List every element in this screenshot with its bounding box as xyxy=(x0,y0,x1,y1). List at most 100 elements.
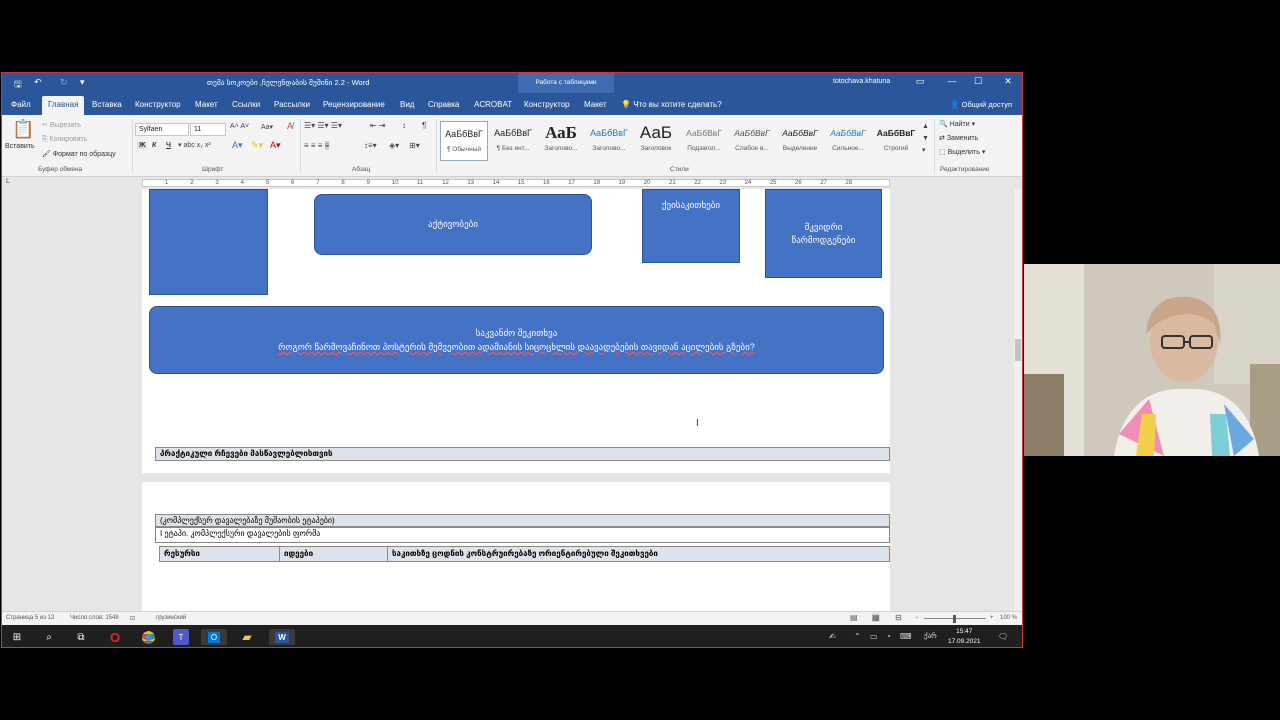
share-button[interactable]: 👤 Общий доступ xyxy=(950,100,1012,109)
page[interactable]: აქტივობები ქეისაკითხები მკვიდრი წარმოდგე… xyxy=(142,189,890,473)
strikethrough-icon[interactable]: ▾ abc x₂ x² xyxy=(178,141,211,149)
network-icon[interactable]: ◔ xyxy=(886,632,891,641)
align-icons[interactable]: ≡ ≡ ≡ ≡ xyxy=(304,141,330,150)
cut-button[interactable]: ✂ Вырезать xyxy=(42,121,81,129)
chevron-up-icon[interactable]: ⌃ xyxy=(854,632,861,641)
tab-selector-icon[interactable]: L xyxy=(6,178,10,185)
tab-design[interactable]: Конструктор xyxy=(135,100,181,109)
style-heading-2[interactable]: АаБбВвГ Заголово... xyxy=(585,121,633,161)
pilcrow-icon[interactable]: ¶ xyxy=(422,121,426,130)
paste-button[interactable]: Вставить xyxy=(5,143,35,150)
diagram-box-results[interactable]: მკვიდრი წარმოდგენები xyxy=(765,189,882,278)
tab-references[interactable]: Ссылки xyxy=(232,100,260,109)
language-indicator[interactable]: грузинский xyxy=(156,615,186,621)
user-name[interactable]: totochava.khatuna xyxy=(833,78,890,85)
print-layout-icon[interactable]: ▦ xyxy=(872,613,880,622)
text-effects-icon[interactable]: A▾ xyxy=(232,140,243,151)
style-strong[interactable]: АаБбВвГ Строгий xyxy=(872,121,920,161)
bold-button[interactable]: Ж xyxy=(137,142,148,149)
save-icon[interactable]: 🖫 xyxy=(14,77,22,93)
task-view-icon[interactable]: ⧉ xyxy=(73,629,89,645)
tab-review[interactable]: Рецензирование xyxy=(323,100,385,109)
document-area[interactable]: აქტივობები ქეისაკითხები მკვიდრი წარმოდგე… xyxy=(2,189,1016,611)
undo-icon[interactable]: ↶ xyxy=(34,77,42,88)
format-painter-button[interactable]: 🖌 Формат по образцу xyxy=(42,150,116,158)
read-mode-icon[interactable]: ▤ xyxy=(850,613,858,622)
style-emphasis[interactable]: АаБбВвГ Выделение xyxy=(776,121,824,161)
practical-tips-heading[interactable]: პრაქტიკული რჩევები მასწავლებლისთვის xyxy=(155,447,890,461)
style-no-spacing[interactable]: АаБбВвГ ¶ Без инт... xyxy=(489,121,537,161)
column-ideas[interactable]: იდეები xyxy=(280,547,388,561)
borders-icon[interactable]: ⊞▾ xyxy=(409,141,420,150)
diagram-key-question[interactable]: საკვანძო შეკითხვა როგორ წარმოვაჩინოთ პოს… xyxy=(149,306,884,374)
clock[interactable]: 15:47 17.09.2021 xyxy=(948,627,981,647)
tab-table-design[interactable]: Конструктор xyxy=(524,100,570,109)
column-questions[interactable]: საკითხზე ცოდნის კონსტრუირებაზე ორიენტირე… xyxy=(388,547,888,561)
windows-start-icon[interactable]: ⊞ xyxy=(9,629,25,645)
outlook-icon[interactable]: O xyxy=(201,629,227,645)
highlight-icon[interactable]: ✎▾ xyxy=(251,140,263,151)
proofing-icon[interactable]: ⊡ xyxy=(130,615,135,622)
find-button[interactable]: 🔍 Найти ▾ xyxy=(939,120,975,128)
styles-scroll-icon[interactable]: ▲ ▼ ▾ xyxy=(922,121,929,157)
ribbon-display-icon[interactable]: ▭ xyxy=(908,76,932,87)
web-layout-icon[interactable]: ⊟ xyxy=(895,613,902,622)
font-color-icon[interactable]: A▾ xyxy=(270,140,281,151)
tab-insert[interactable]: Вставка xyxy=(92,100,122,109)
grow-font-icon[interactable]: A˄ A˅ xyxy=(230,123,249,130)
font-name-select[interactable]: Sylfaen xyxy=(135,123,189,136)
copy-button[interactable]: ⎘ Копировать xyxy=(42,136,87,144)
bullets-icon[interactable]: ☰▾ ☰▾ ☰▾ xyxy=(304,121,342,130)
diagram-box-activities[interactable]: აქტივობები xyxy=(314,194,592,255)
underline-button[interactable]: Ч xyxy=(166,142,171,149)
file-explorer-icon[interactable]: ▰ xyxy=(239,629,255,645)
style-intense-emphasis[interactable]: АаБбВвГ Сильное... xyxy=(824,121,872,161)
teams-icon[interactable]: T xyxy=(173,629,189,645)
line-spacing-icon[interactable]: ↕≡▾ xyxy=(364,141,377,150)
style-title[interactable]: АаБ Заголовок xyxy=(632,121,680,161)
tab-layout[interactable]: Макет xyxy=(195,100,218,109)
redo-icon[interactable]: ↻ xyxy=(60,77,68,88)
minimize-button[interactable]: — xyxy=(940,76,964,86)
style-subtle-emphasis[interactable]: АаБбВвГ Слабое в... xyxy=(728,121,776,161)
horizontal-ruler[interactable]: L 1 2 3 4 5 6 7 8 9 10 11 12 13 14 15 16 17 18 19 20 21 22 23 2… xyxy=(2,177,1022,189)
vertical-scrollbar[interactable] xyxy=(1014,189,1022,611)
page[interactable]: (კომპლექსურ დავალებაზე მუშაობის ეტაპები)… xyxy=(142,482,890,611)
close-button[interactable]: ✕ xyxy=(996,76,1020,87)
replace-button[interactable]: ⇄ Заменить xyxy=(939,134,978,142)
input-language[interactable]: ქარ xyxy=(924,632,937,640)
page-indicator[interactable]: Страница 5 из 12 xyxy=(6,615,54,621)
scrollbar-thumb[interactable] xyxy=(1015,339,1021,361)
customize-qat-icon[interactable]: ▾ xyxy=(80,77,85,88)
tab-home[interactable]: Главная xyxy=(42,96,85,115)
word-count[interactable]: Число слов: 1548 xyxy=(70,615,119,621)
style-heading-1[interactable]: АаБ Заголово... xyxy=(537,121,585,161)
tell-me-box[interactable]: 💡 Что вы хотите сделать? xyxy=(621,100,722,109)
column-resource[interactable]: რესურსი xyxy=(160,547,280,561)
tab-view[interactable]: Вид xyxy=(400,100,414,109)
zoom-out-icon[interactable]: − xyxy=(915,615,919,621)
tab-table-layout[interactable]: Макет xyxy=(584,100,607,109)
search-icon[interactable]: ⌕ xyxy=(41,629,57,645)
diagram-box-resources[interactable]: ქეისაკითხები xyxy=(642,189,740,263)
zoom-slider-handle[interactable] xyxy=(953,615,956,623)
select-button[interactable]: ⬚ Выделить ▾ xyxy=(939,148,985,156)
pen-icon[interactable]: ✍ xyxy=(829,632,836,641)
column-headings-row[interactable]: რესურსი იდეები საკითხზე ცოდნის კონსტრუირ… xyxy=(159,546,890,562)
tab-file[interactable]: Файл xyxy=(11,100,31,109)
complex-task-header[interactable]: (კომპლექსურ დავალებაზე მუშაობის ეტაპები) xyxy=(155,514,890,527)
zoom-level[interactable]: 100 % xyxy=(1000,615,1017,621)
notifications-icon[interactable]: 🗨 xyxy=(998,632,1008,641)
shading-icon[interactable]: ◈▾ xyxy=(389,141,399,150)
keyboard-icon[interactable]: ⌨ xyxy=(900,632,912,641)
font-size-select[interactable]: 11 xyxy=(190,123,226,136)
style-subtitle[interactable]: АаБбВвГ Подзагол... xyxy=(680,121,728,161)
indent-icon[interactable]: ⇤ ⇥ xyxy=(370,121,386,130)
italic-button[interactable]: К xyxy=(152,142,156,149)
zoom-in-icon[interactable]: + xyxy=(990,615,994,621)
tab-help[interactable]: Справка xyxy=(428,100,459,109)
style-normal[interactable]: АаБбВвГ ¶ Обычный xyxy=(440,121,488,161)
sort-icon[interactable]: ↕ xyxy=(402,121,406,130)
diagram-box-left[interactable] xyxy=(149,189,268,295)
opera-icon[interactable]: O xyxy=(107,629,123,645)
